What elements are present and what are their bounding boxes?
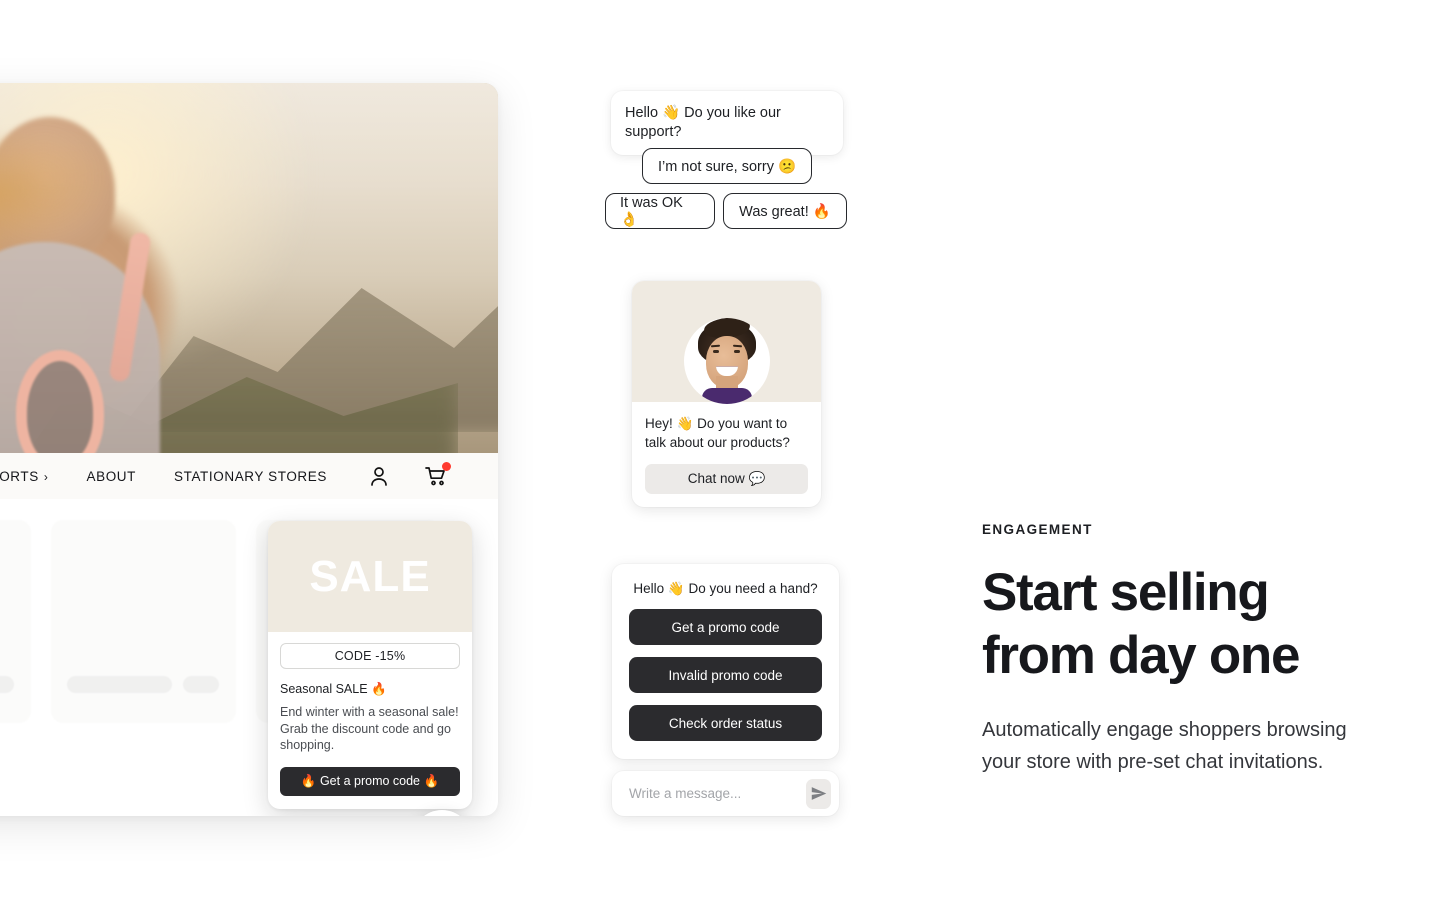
widget-button-invalid-promo-code[interactable]: Invalid promo code [629, 657, 822, 693]
store-navbar: SPORTS › ABOUT STATIONARY STORES [0, 453, 498, 499]
cart-badge-dot [442, 462, 451, 471]
chat-invitation-body: Hey! 👋 Do you want to talk about our pro… [632, 402, 821, 507]
headline-line-1: Start selling [982, 563, 1270, 622]
section-description: Automatically engage shoppers browsing y… [982, 719, 1347, 774]
section-eyebrow: ENGAGEMENT [982, 522, 1093, 537]
chat-now-button[interactable]: Chat now 💬 [645, 464, 808, 495]
chat-widget-greeting: Hello 👋 Do you need a hand? [633, 581, 818, 596]
chevron-right-icon: › [43, 469, 49, 484]
agent-photo-header [632, 281, 821, 404]
hero-overlay [0, 83, 498, 453]
nav-item-stationary-stores[interactable]: STATIONARY STORES [174, 469, 327, 484]
page-root: SPORTS › ABOUT STATIONARY STORES [0, 0, 1440, 900]
nav-item-sports-label: SPORTS [0, 468, 39, 484]
message-composer [612, 771, 839, 816]
nav-item-sports[interactable]: SPORTS › [0, 469, 48, 484]
store-browser-mockup: SPORTS › ABOUT STATIONARY STORES [0, 83, 498, 816]
chat-samples-column: Hello 👋 Do you like our support? I’m not… [604, 0, 864, 900]
marketing-copy: ENGAGEMENT Start selling from day one Au… [982, 522, 1362, 778]
sale-card-body: CODE -15% Seasonal SALE 🔥 End winter wit… [268, 632, 472, 809]
sale-promo-card: SALE CODE -15% Seasonal SALE 🔥 End winte… [268, 521, 472, 809]
store-nav-links: SPORTS › ABOUT STATIONARY STORES [0, 469, 327, 484]
quick-reply-it-was-ok[interactable]: It was OK 👌 [605, 193, 715, 229]
sale-banner: SALE [268, 521, 472, 632]
chat-bubble-icon[interactable] [412, 810, 472, 816]
chat-widget-card: Hello 👋 Do you need a hand? Get a promo … [612, 564, 839, 759]
sale-card-title: Seasonal SALE 🔥 [280, 682, 387, 696]
product-card-second[interactable] [51, 520, 236, 723]
sale-banner-text: SALE [309, 551, 431, 601]
quick-reply-not-sure[interactable]: I’m not sure, sorry 😕 [642, 148, 812, 184]
product-price-placeholder [183, 676, 219, 693]
avatar-eye-left [712, 350, 719, 353]
send-icon[interactable] [806, 778, 831, 809]
hero-image [0, 83, 498, 453]
avatar-shirt [701, 388, 752, 404]
widget-button-get-a-promo-code[interactable]: Get a promo code [629, 609, 822, 645]
headline-line-2: from day one [982, 626, 1300, 686]
chat-invitation-card: Hey! 👋 Do you want to talk about our pro… [632, 281, 821, 508]
sale-card-text: End winter with a seasonal sale! Grab th… [280, 705, 459, 752]
avatar [683, 318, 770, 404]
get-promo-code-button[interactable]: 🔥 Get a promo code 🔥 [280, 766, 460, 796]
page-title: Start selling from day one [982, 561, 1362, 687]
chat-invitation-text: Hey! 👋 Do you want to talk about our pro… [645, 416, 790, 451]
widget-button-check-order-status[interactable]: Check order status [629, 705, 822, 741]
avatar-eye-right [733, 350, 740, 353]
promo-code-pill[interactable]: CODE -15% [280, 643, 460, 669]
product-price-placeholder [0, 676, 14, 693]
quick-reply-was-great[interactable]: Was great! 🔥 [723, 193, 847, 229]
agent-message-bubble: Hello 👋 Do you like our support? [611, 91, 843, 155]
cart-icon[interactable] [424, 462, 451, 488]
user-icon[interactable] [367, 464, 391, 488]
nav-item-about[interactable]: ABOUT [86, 469, 136, 484]
message-input[interactable] [629, 786, 806, 801]
product-card-smartwatch[interactable]: 70% 03:47 64 9823 [0, 520, 31, 723]
store-nav-icons [367, 462, 451, 488]
product-title-placeholder [67, 676, 172, 693]
